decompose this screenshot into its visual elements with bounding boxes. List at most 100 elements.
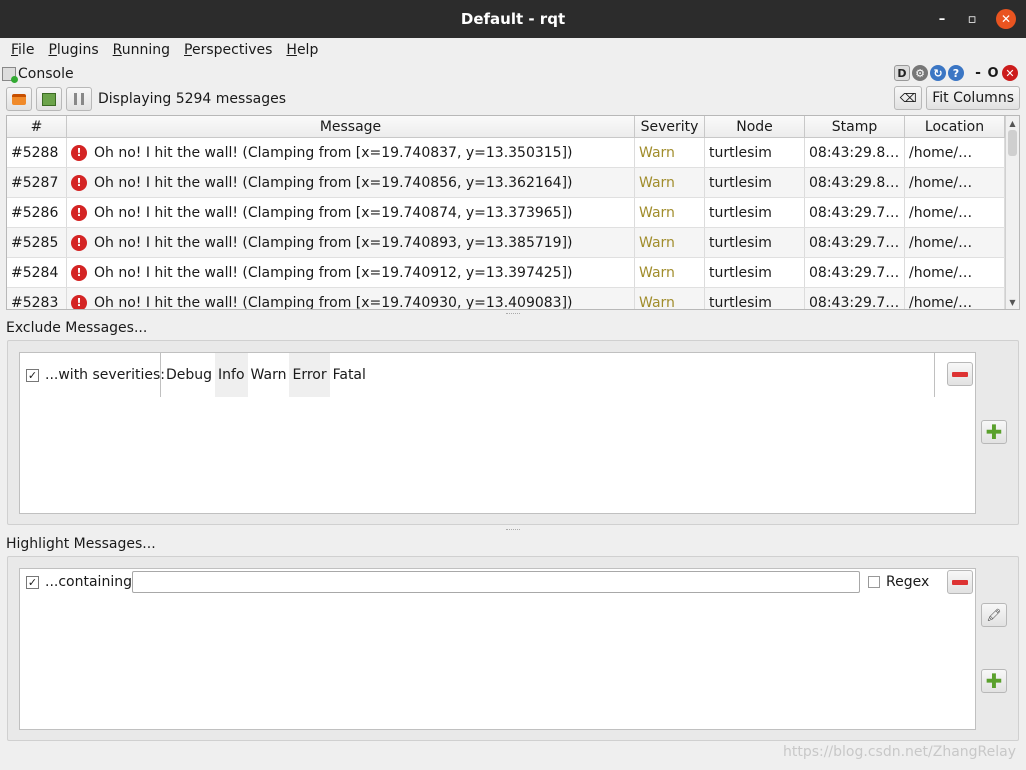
plus-icon: ✚ xyxy=(985,420,1003,444)
highlight-filter-checkbox[interactable]: ✓ xyxy=(26,575,39,589)
severity-debug[interactable]: Debug xyxy=(163,353,215,397)
cell-location: /home/… xyxy=(905,258,1005,287)
pause-icon xyxy=(74,93,84,105)
menu-plugins[interactable]: Plugins xyxy=(48,42,98,58)
regex-option[interactable]: Regex xyxy=(868,569,929,595)
table-row[interactable]: #5284 ! Oh no! I hit the wall! (Clamping … xyxy=(7,258,1019,288)
cell-num: #5283 xyxy=(7,288,67,309)
dock-icon[interactable]: D xyxy=(894,65,910,81)
error-icon: ! xyxy=(71,294,87,309)
scroll-thumb[interactable] xyxy=(1008,130,1017,156)
table-row[interactable]: #5288 ! Oh no! I hit the wall! (Clamping … xyxy=(7,138,1019,168)
cell-stamp: 08:43:29.8… xyxy=(805,168,905,197)
close-plugin-icon[interactable]: ✕ xyxy=(1002,65,1018,81)
add-exclude-filter-button[interactable]: ✚ xyxy=(981,420,1007,444)
cell-stamp: 08:43:29.8… xyxy=(805,138,905,167)
cell-stamp: 08:43:29.7… xyxy=(805,228,905,257)
save-icon xyxy=(42,92,56,106)
console-toolbar: Displaying 5294 messages xyxy=(6,86,286,112)
severity-info[interactable]: Info xyxy=(215,353,248,397)
cell-severity: Warn xyxy=(635,168,705,197)
col-header-message[interactable]: Message xyxy=(67,116,635,137)
message-count: Displaying 5294 messages xyxy=(98,91,286,107)
cell-message: ! Oh no! I hit the wall! (Clamping from [… xyxy=(67,258,635,287)
cell-num: #5285 xyxy=(7,228,67,257)
clear-icon: ⌫ xyxy=(899,91,917,105)
table-scrollbar[interactable]: ▲ ▼ xyxy=(1005,116,1019,309)
exclude-filter-label: ...with severities: xyxy=(45,367,165,383)
message-table[interactable]: # Message Severity Node Stamp Location #… xyxy=(6,115,1020,310)
menu-running[interactable]: Running xyxy=(113,42,170,58)
gear-icon[interactable]: ⚙ xyxy=(912,65,928,81)
cell-stamp: 08:43:29.7… xyxy=(805,258,905,287)
cell-message: ! Oh no! I hit the wall! (Clamping from [… xyxy=(67,168,635,197)
table-row[interactable]: #5287 ! Oh no! I hit the wall! (Clamping … xyxy=(7,168,1019,198)
col-header-num[interactable]: # xyxy=(7,116,67,137)
severity-fatal[interactable]: Fatal xyxy=(330,353,369,397)
cell-severity: Warn xyxy=(635,258,705,287)
col-header-severity[interactable]: Severity xyxy=(635,116,705,137)
cell-location: /home/… xyxy=(905,198,1005,227)
plugin-controls: D ⚙ ↻ ? - O ✕ xyxy=(894,64,1018,82)
clear-button[interactable]: ⌫ xyxy=(894,86,923,110)
error-icon: ! xyxy=(71,204,87,221)
highlight-list: ✓ ...containing: Regex xyxy=(19,568,976,730)
scroll-down-icon[interactable]: ▼ xyxy=(1006,295,1019,309)
col-header-location[interactable]: Location xyxy=(905,116,1005,137)
close-button[interactable]: ✕ xyxy=(996,9,1016,29)
exclude-filter-checkbox[interactable]: ✓ xyxy=(26,368,39,382)
severity-list[interactable]: Debug Info Warn Error Fatal xyxy=(160,353,935,397)
menu-bar: File Plugins Running Perspectives Help xyxy=(0,38,1026,62)
splitter-handle[interactable] xyxy=(506,529,520,532)
cell-num: #5286 xyxy=(7,198,67,227)
highlight-filter-label: ...containing: xyxy=(45,574,137,590)
cell-node: turtlesim xyxy=(705,138,805,167)
help-icon[interactable]: ? xyxy=(948,65,964,81)
add-highlight-filter-button[interactable]: ✚ xyxy=(981,669,1007,693)
minimize-plugin-icon[interactable]: - xyxy=(972,65,984,81)
severity-error[interactable]: Error xyxy=(289,353,330,397)
maximize-button[interactable]: ▫ xyxy=(962,9,982,29)
severity-warn[interactable]: Warn xyxy=(248,353,290,397)
highlight-filters-button[interactable]: 🖍 xyxy=(981,603,1007,627)
highlight-text-input[interactable] xyxy=(132,571,860,593)
cell-stamp: 08:43:29.7… xyxy=(805,198,905,227)
menu-file[interactable]: File xyxy=(11,42,34,58)
reload-icon[interactable]: ↻ xyxy=(930,65,946,81)
title-bar: Default - rqt – ▫ ✕ xyxy=(0,0,1026,38)
cell-num: #5287 xyxy=(7,168,67,197)
minus-icon xyxy=(952,371,968,377)
window-title: Default - rqt xyxy=(460,10,566,28)
table-row[interactable]: #5283 ! Oh no! I hit the wall! (Clamping … xyxy=(7,288,1019,309)
cell-message: ! Oh no! I hit the wall! (Clamping from [… xyxy=(67,288,635,309)
menu-perspectives[interactable]: Perspectives xyxy=(184,42,272,58)
menu-help[interactable]: Help xyxy=(286,42,318,58)
regex-checkbox[interactable] xyxy=(868,576,880,588)
error-icon: ! xyxy=(71,264,87,281)
table-row[interactable]: #5286 ! Oh no! I hit the wall! (Clamping … xyxy=(7,198,1019,228)
cell-num: #5284 xyxy=(7,258,67,287)
plus-icon: ✚ xyxy=(985,669,1003,693)
float-plugin-icon[interactable]: O xyxy=(986,65,1000,81)
col-header-node[interactable]: Node xyxy=(705,116,805,137)
exclude-panel: ✓ ...with severities: Debug Info Warn Er… xyxy=(7,340,1019,525)
load-button[interactable] xyxy=(6,87,32,111)
cell-message: ! Oh no! I hit the wall! (Clamping from [… xyxy=(67,228,635,257)
minimize-button[interactable]: – xyxy=(932,9,952,29)
exclude-list: ✓ ...with severities: Debug Info Warn Er… xyxy=(19,352,976,514)
console-title: Console xyxy=(18,66,74,82)
error-icon: ! xyxy=(71,144,87,161)
col-header-stamp[interactable]: Stamp xyxy=(805,116,905,137)
fit-columns-button[interactable]: Fit Columns xyxy=(926,86,1020,110)
scroll-up-icon[interactable]: ▲ xyxy=(1006,116,1019,130)
error-icon: ! xyxy=(71,174,87,191)
save-button[interactable] xyxy=(36,87,62,111)
pause-button[interactable] xyxy=(66,87,92,111)
splitter-handle[interactable] xyxy=(506,313,520,316)
remove-highlight-filter-button[interactable] xyxy=(947,570,973,594)
cell-message: ! Oh no! I hit the wall! (Clamping from [… xyxy=(67,138,635,167)
table-row[interactable]: #5285 ! Oh no! I hit the wall! (Clamping … xyxy=(7,228,1019,258)
exclude-title: Exclude Messages... xyxy=(6,320,148,336)
remove-exclude-filter-button[interactable] xyxy=(947,362,973,386)
highlight-panel: ✓ ...containing: Regex 🖍 ✚ xyxy=(7,556,1019,741)
